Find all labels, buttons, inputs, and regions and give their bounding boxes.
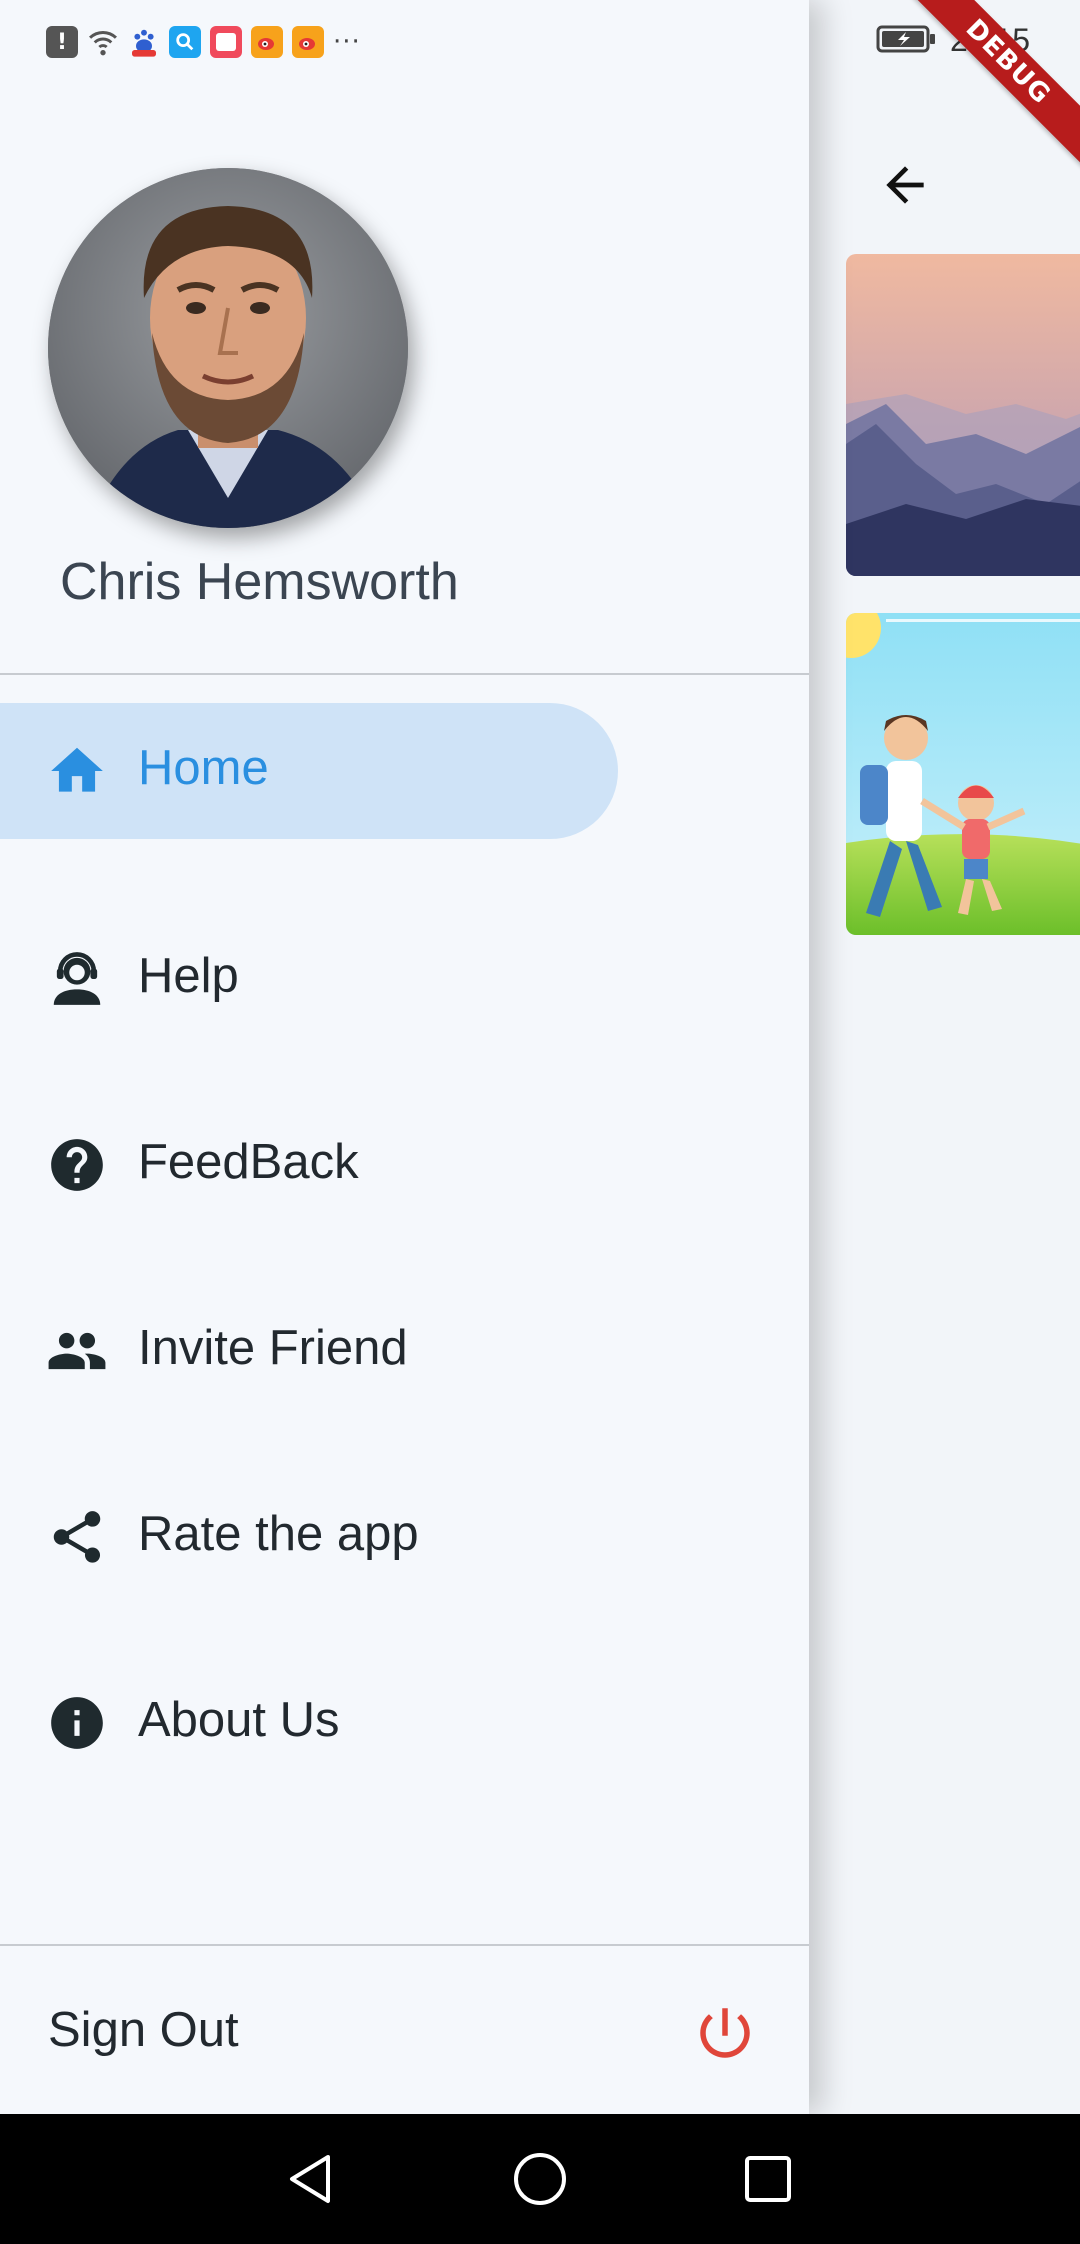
info-icon xyxy=(46,1692,108,1754)
menu-item-about-us[interactable]: About Us xyxy=(0,1630,809,1816)
nav-recents-button[interactable] xyxy=(738,2149,798,2209)
menu-item-label: Invite Friend xyxy=(138,1321,408,1375)
sign-out-label: Sign Out xyxy=(48,2003,239,2057)
power-icon[interactable] xyxy=(692,2000,758,2066)
arrow-back-icon xyxy=(886,166,924,204)
drawer-menu: Home Help FeedBack Invite Friend Rate th… xyxy=(0,700,809,1816)
menu-item-label: Rate the app xyxy=(138,1507,419,1561)
search-app-icon xyxy=(169,26,201,58)
notes-app-icon xyxy=(210,26,242,58)
menu-item-label: Help xyxy=(138,949,239,1003)
square-recents-icon xyxy=(745,2156,791,2202)
more-notifications: ··· xyxy=(333,27,361,57)
user-name: Chris Hemsworth xyxy=(60,553,459,611)
triangle-back-icon xyxy=(290,2155,330,2203)
kids-hiking-image-card[interactable] xyxy=(846,613,1080,935)
avatar[interactable] xyxy=(48,168,408,528)
help-circle-icon xyxy=(46,1134,108,1196)
share-icon xyxy=(46,1506,108,1568)
kids-hiking-image xyxy=(846,613,1080,935)
circle-home-icon xyxy=(514,2153,566,2205)
divider xyxy=(0,673,809,675)
navigation-drawer: Chris Hemsworth Home Help FeedBack Invit… xyxy=(0,0,809,2114)
home-icon xyxy=(46,740,108,802)
wifi-icon xyxy=(87,26,119,58)
nav-back-button[interactable] xyxy=(280,2149,340,2209)
menu-item-feedback[interactable]: FeedBack xyxy=(0,1072,809,1258)
menu-item-rate-the-app[interactable]: Rate the app xyxy=(0,1444,809,1630)
profile-photo xyxy=(48,168,408,528)
back-button[interactable] xyxy=(870,150,940,220)
mountain-image xyxy=(846,254,1080,576)
menu-item-label: About Us xyxy=(138,1693,340,1747)
menu-item-invite-friend[interactable]: Invite Friend xyxy=(0,1258,809,1444)
mountain-image-card[interactable] xyxy=(846,254,1080,576)
people-icon xyxy=(46,1320,108,1382)
status-bar: ! ··· 22:15 xyxy=(0,0,1080,84)
weibo-icon xyxy=(251,26,283,58)
menu-item-label: FeedBack xyxy=(138,1135,359,1189)
menu-item-label: Home xyxy=(138,741,269,795)
support-agent-icon xyxy=(46,948,108,1010)
baidu-icon xyxy=(128,26,160,58)
sign-out-row[interactable]: Sign Out xyxy=(0,1946,809,2114)
weibo-icon xyxy=(292,26,324,58)
battery-charging-icon xyxy=(876,23,938,59)
menu-item-home[interactable]: Home xyxy=(0,700,809,886)
nav-home-button[interactable] xyxy=(510,2149,570,2209)
menu-item-help[interactable]: Help xyxy=(0,886,809,1072)
alert-icon: ! xyxy=(46,26,78,58)
system-navigation-bar xyxy=(0,2114,1080,2244)
